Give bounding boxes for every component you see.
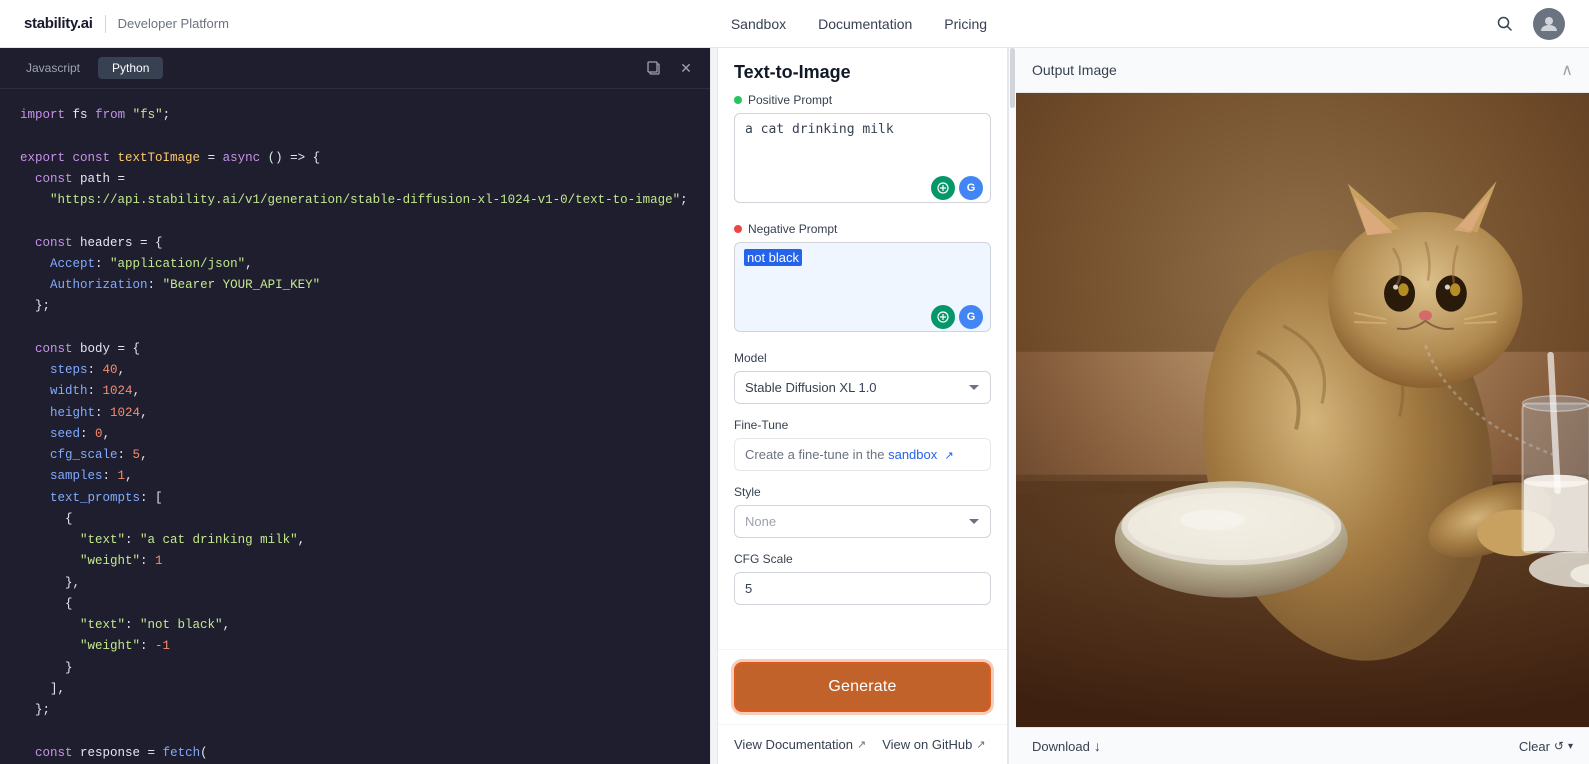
scroll-track <box>1009 48 1016 764</box>
copy-button[interactable] <box>642 56 666 80</box>
external-link-github-icon: ↗ <box>976 738 985 751</box>
nav-pricing[interactable]: Pricing <box>944 16 987 32</box>
fine-tune-label: Fine-Tune <box>734 418 991 432</box>
positive-prompt-icons: G <box>931 176 983 200</box>
positive-prompt-wrapper: a cat drinking milk G <box>734 113 991 208</box>
scroll-thumb[interactable] <box>1010 48 1015 108</box>
view-docs-link[interactable]: View Documentation ↗ <box>734 737 866 752</box>
positive-dot <box>734 96 742 104</box>
avatar[interactable] <box>1533 8 1565 40</box>
style-label: Style <box>734 485 991 499</box>
header-nav: Sandbox Documentation Pricing <box>731 16 987 32</box>
rotate-icon: ↺ <box>1554 739 1564 753</box>
clear-label: Clear <box>1519 739 1550 754</box>
scroll-indicator[interactable] <box>1008 48 1016 764</box>
header-platform: Developer Platform <box>118 16 229 31</box>
search-button[interactable] <box>1489 8 1521 40</box>
download-label: Download <box>1032 739 1090 754</box>
nav-sandbox[interactable]: Sandbox <box>731 16 786 32</box>
page-title: Text-to-Image <box>734 62 991 83</box>
controls-body: Positive Prompt a cat drinking milk G <box>718 93 1007 649</box>
controls-header: Text-to-Image <box>718 48 1007 93</box>
code-panel: Javascript Python ✕ import fs from "fs";… <box>0 48 710 764</box>
fine-tune-section: Fine-Tune Create a fine-tune in the sand… <box>734 418 991 471</box>
style-section: Style None Enhance Anime Photographic <box>734 485 991 538</box>
positive-prompt-section: Positive Prompt a cat drinking milk G <box>734 93 991 208</box>
code-tabs: Javascript Python <box>12 57 163 79</box>
external-link-icon: ↗ <box>944 450 953 462</box>
model-section: Model Stable Diffusion XL 1.0 Stable Dif… <box>734 351 991 404</box>
generate-area: Generate <box>718 649 1007 724</box>
code-panel-actions: ✕ <box>642 56 698 80</box>
cfg-scale-label: CFG Scale <box>734 552 991 566</box>
cfg-scale-section: CFG Scale 5 <box>734 552 991 605</box>
header: stability.ai Developer Platform Sandbox … <box>0 0 1589 48</box>
cat-scene-svg <box>1016 93 1589 727</box>
cfg-scale-input[interactable]: 5 <box>734 572 991 605</box>
positive-prompt-label: Positive Prompt <box>734 93 991 107</box>
output-footer: Download ↓ Clear ↺ ▾ <box>1016 727 1589 764</box>
enhance-icon-neg <box>937 311 949 323</box>
avatar-icon <box>1539 14 1559 34</box>
right-panel: Text-to-Image Positive Prompt a cat drin… <box>718 48 1589 764</box>
header-left: stability.ai Developer Platform <box>24 15 229 33</box>
panel-separator[interactable] <box>710 48 718 764</box>
header-divider <box>105 15 106 33</box>
view-github-link[interactable]: View on GitHub ↗ <box>882 737 985 752</box>
download-area[interactable]: Download ↓ <box>1032 738 1101 754</box>
output-header: Output Image ∧ <box>1016 48 1589 93</box>
clear-area[interactable]: Clear ↺ ▾ <box>1519 739 1573 754</box>
positive-enhance-button[interactable] <box>931 176 955 200</box>
style-select[interactable]: None Enhance Anime Photographic <box>734 505 991 538</box>
fine-tune-text: Create a fine-tune in the sandbox ↗ <box>734 438 991 471</box>
negative-prompt-icons: G <box>931 305 983 329</box>
model-select[interactable]: Stable Diffusion XL 1.0 Stable Diffusion… <box>734 371 991 404</box>
output-panel: Output Image ∧ <box>1016 48 1589 764</box>
main: Javascript Python ✕ import fs from "fs";… <box>0 48 1589 764</box>
copy-icon <box>646 60 662 76</box>
positive-grammar-button[interactable]: G <box>959 176 983 200</box>
negative-grammar-button[interactable]: G <box>959 305 983 329</box>
header-icons <box>1489 8 1565 40</box>
controls-footer: View Documentation ↗ View on GitHub ↗ <box>718 724 1007 764</box>
model-label: Model <box>734 351 991 365</box>
logo: stability.ai <box>24 15 93 32</box>
download-icon: ↓ <box>1094 738 1101 754</box>
generate-button[interactable]: Generate <box>734 662 991 712</box>
chevron-down-icon: ▾ <box>1568 741 1573 752</box>
cat-image <box>1016 93 1589 727</box>
collapse-icon[interactable]: ∧ <box>1561 60 1573 80</box>
close-button[interactable]: ✕ <box>674 56 698 80</box>
external-link-docs-icon: ↗ <box>857 738 866 751</box>
tab-javascript[interactable]: Javascript <box>12 57 94 79</box>
tab-python[interactable]: Python <box>98 57 163 79</box>
code-editor: import fs from "fs"; export const textTo… <box>0 89 710 764</box>
negative-prompt-section: Negative Prompt <span class="selected-te… <box>734 222 991 337</box>
output-title: Output Image <box>1032 62 1117 78</box>
enhance-icon <box>937 182 949 194</box>
controls-panel: Text-to-Image Positive Prompt a cat drin… <box>718 48 1008 764</box>
nav-documentation[interactable]: Documentation <box>818 16 912 32</box>
search-icon <box>1497 16 1513 32</box>
code-panel-header: Javascript Python ✕ <box>0 48 710 89</box>
negative-enhance-button[interactable] <box>931 305 955 329</box>
negative-prompt-label: Negative Prompt <box>734 222 991 236</box>
negative-prompt-wrapper: <span class="selected-text">not black</s… <box>734 242 991 337</box>
negative-dot <box>734 225 742 233</box>
output-image-area <box>1016 93 1589 727</box>
fine-tune-sandbox-link[interactable]: sandbox <box>888 447 937 462</box>
